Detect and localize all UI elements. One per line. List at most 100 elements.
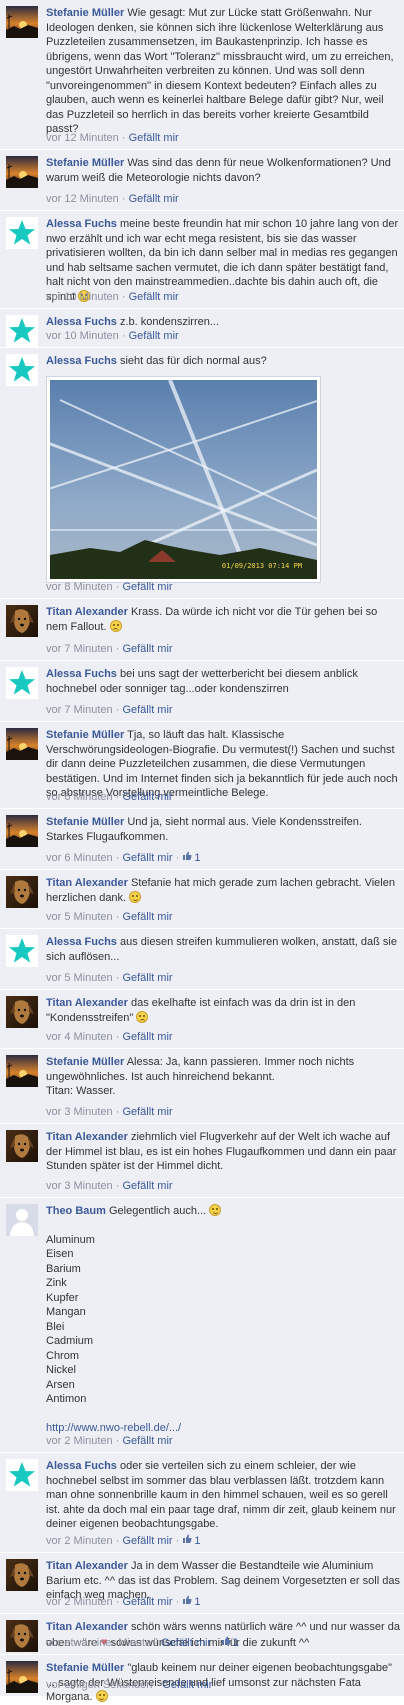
like-button[interactable]: Gefällt mir: [129, 291, 179, 303]
comment-body: Titan Alexander ziehmlich viel Flugverke…: [46, 1130, 400, 1174]
comment-body: Stefanie Müller Alessa: Ja, kann passier…: [46, 1055, 400, 1099]
list-item: Arsen: [46, 1378, 75, 1391]
dog-avatar[interactable]: [6, 1559, 38, 1591]
comment-meta: vor 10 Minuten · Gefällt mir: [46, 330, 179, 342]
comment-item: Titan Alexander schön wärs wenns natürli…: [0, 1614, 404, 1654]
like-button[interactable]: Gefällt mir: [122, 852, 172, 864]
comment-author[interactable]: Titan Alexander: [46, 877, 128, 889]
list-item: Nickel: [46, 1364, 76, 1376]
comment-text: z.b. kondenszirren...: [119, 316, 220, 328]
like-button[interactable]: Gefällt mir: [161, 1637, 211, 1649]
comment-author[interactable]: Alessa Fuchs: [46, 668, 117, 680]
comment-author[interactable]: Stefanie Müller: [46, 1056, 124, 1068]
like-button[interactable]: Gefällt mir: [122, 704, 172, 716]
comment-meta: vor 12 Minuten · Gefällt mir: [46, 132, 179, 144]
external-link[interactable]: http://www.nwo-rebell.de/.../: [46, 1421, 400, 1436]
star-avatar[interactable]: [6, 217, 38, 249]
comment-author[interactable]: Stefanie Müller: [46, 157, 124, 169]
sunset-avatar[interactable]: [6, 6, 38, 38]
comment-author[interactable]: Alessa Fuchs: [46, 1460, 117, 1472]
sunset-avatar[interactable]: [6, 728, 38, 760]
comment-item: Theo Baum Gelegentlich auch... Aluminum E…: [0, 1198, 404, 1452]
star-avatar[interactable]: [6, 1459, 38, 1491]
star-avatar[interactable]: [6, 667, 38, 699]
comment-meta: vor 2 Minuten · Gefällt mir · 1: [46, 1595, 201, 1608]
separator-dot: ·: [175, 1596, 180, 1608]
comment-text: Gelegentlich auch...: [108, 1205, 207, 1217]
timestamp: vor 6 Minuten: [46, 791, 113, 803]
star-avatar[interactable]: [6, 315, 38, 347]
dog-avatar[interactable]: [6, 996, 38, 1028]
like-button[interactable]: Gefällt mir: [122, 1031, 172, 1043]
separator-dot: ·: [121, 193, 126, 205]
dog-avatar[interactable]: [6, 876, 38, 908]
comment-author[interactable]: Alessa Fuchs: [46, 936, 117, 948]
comment-body: Stefanie Müller Wie gesagt: Mut zur Lück…: [46, 6, 400, 137]
like-button[interactable]: Gefällt mir: [122, 791, 172, 803]
comment-text: Wie gesagt: Mut zur Lücke statt Größenwa…: [46, 7, 394, 135]
sky-photo[interactable]: 01/09/2013 07:14 PM: [46, 376, 321, 583]
comment-author[interactable]: Titan Alexander: [46, 606, 128, 618]
sunset-avatar[interactable]: [6, 156, 38, 188]
like-button[interactable]: Gefällt mir: [122, 1106, 172, 1118]
smile-emoticon-icon: [209, 1204, 222, 1216]
like-count[interactable]: 1: [233, 1637, 239, 1649]
like-button[interactable]: Gefällt mir: [162, 1679, 212, 1691]
like-count[interactable]: 1: [194, 852, 200, 864]
like-button[interactable]: Gefällt mir: [129, 330, 179, 342]
comment-author[interactable]: Titan Alexander: [46, 997, 128, 1009]
separator-dot: ·: [115, 852, 120, 864]
comment-meta: vor 4 Minuten · Gefällt mir: [46, 1031, 173, 1043]
like-button[interactable]: Gefällt mir: [122, 643, 172, 655]
like-button[interactable]: Gefällt mir: [122, 972, 172, 984]
list-item: Aluminum: [46, 1233, 95, 1246]
comment-author[interactable]: Theo Baum: [46, 1205, 106, 1217]
sunset-avatar[interactable]: [6, 1055, 38, 1087]
comment-item: Titan Alexander Stefanie hat mich gerade…: [0, 870, 404, 928]
comment-author[interactable]: Alessa Fuchs: [46, 316, 117, 328]
thumbs-up-icon: [182, 851, 194, 864]
sunset-avatar[interactable]: [6, 815, 38, 847]
like-count[interactable]: 1: [194, 1596, 200, 1608]
like-button[interactable]: Gefällt mir: [122, 1535, 172, 1547]
comment-author[interactable]: Alessa Fuchs: [46, 355, 117, 367]
timestamp: vor 4 Minuten: [46, 1031, 113, 1043]
comment-author[interactable]: Stefanie Müller: [46, 1662, 124, 1674]
comment-author[interactable]: Titan Alexander: [46, 1560, 128, 1572]
separator-dot: ·: [115, 704, 120, 716]
comment-meta: vor einigen Sekunden · Gefällt mir: [46, 1679, 212, 1691]
star-avatar[interactable]: [6, 354, 38, 386]
timestamp: vor 7 Minuten: [46, 704, 113, 716]
comment-author[interactable]: Stefanie Müller: [46, 7, 124, 19]
star-avatar[interactable]: [6, 935, 38, 967]
like-count[interactable]: 1: [194, 1535, 200, 1547]
comment-author[interactable]: Alessa Fuchs: [46, 218, 117, 230]
comment-author[interactable]: Titan Alexander: [46, 1131, 128, 1143]
comment-meta: vor 7 Minuten · Gefällt mir: [46, 643, 173, 655]
timestamp: vor 2 Minuten: [46, 1596, 113, 1608]
list-item: Cadmium: [46, 1335, 94, 1347]
like-button[interactable]: Gefällt mir: [122, 1596, 172, 1608]
silhouette-avatar[interactable]: [6, 1204, 38, 1236]
like-button[interactable]: Gefällt mir: [122, 911, 172, 923]
timestamp: vor 12 Minuten: [46, 132, 119, 144]
dog-avatar[interactable]: [6, 605, 38, 637]
comment-author[interactable]: Titan Alexander: [46, 1621, 128, 1633]
comment-author[interactable]: Stefanie Müller: [46, 729, 124, 741]
like-button[interactable]: Gefällt mir: [129, 132, 179, 144]
like-button[interactable]: Gefällt mir: [122, 581, 172, 593]
sunset-avatar[interactable]: [6, 1661, 38, 1693]
like-button[interactable]: Gefällt mir: [122, 1180, 172, 1192]
list-item: Barium: [46, 1262, 81, 1275]
dog-avatar[interactable]: [6, 1620, 38, 1652]
comment-thread: Stefanie Müller Wie gesagt: Mut zur Lück…: [0, 0, 404, 1703]
like-button[interactable]: Gefällt mir: [129, 193, 179, 205]
comment-body: Stefanie Müller Und ja, sieht normal aus…: [46, 815, 400, 844]
comment-author[interactable]: Stefanie Müller: [46, 816, 124, 828]
comment-item: Alessa Fuchs meine beste freundin hat mi…: [0, 211, 404, 308]
comment-meta: vor 5 Minuten · Gefällt mir: [46, 972, 173, 984]
like-button[interactable]: Gefällt mir: [122, 1435, 172, 1447]
list-item: Kupfer: [46, 1291, 79, 1304]
dog-avatar[interactable]: [6, 1130, 38, 1162]
comment-meta: vor 6 Minuten · Gefällt mir · 1: [46, 851, 201, 864]
